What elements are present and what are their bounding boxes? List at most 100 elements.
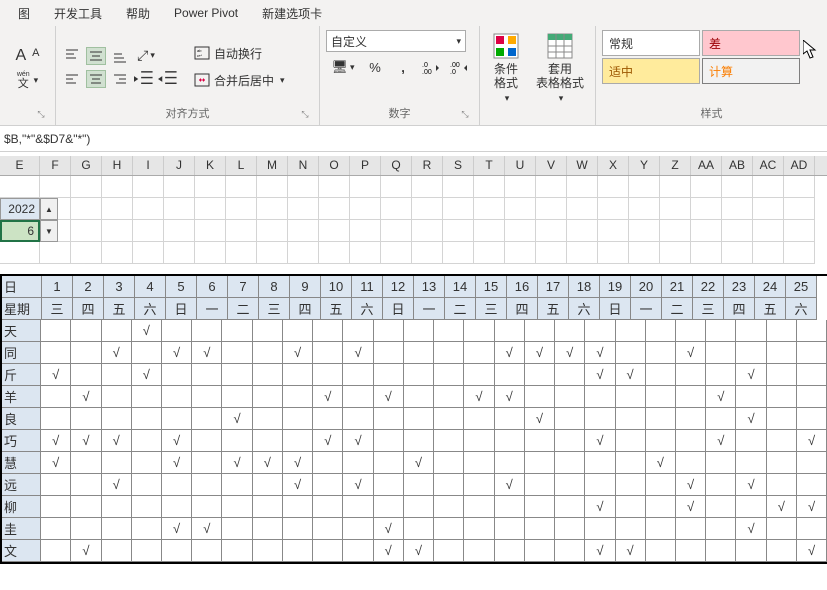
day-header[interactable]: 19 bbox=[600, 276, 631, 298]
attendance-cell[interactable] bbox=[736, 342, 766, 364]
row-label[interactable]: 巧 bbox=[2, 430, 41, 452]
cell[interactable] bbox=[102, 242, 133, 264]
cell[interactable] bbox=[567, 242, 598, 264]
cell[interactable] bbox=[195, 176, 226, 198]
attendance-cell[interactable]: √ bbox=[132, 320, 162, 342]
cell[interactable] bbox=[474, 242, 505, 264]
cell[interactable] bbox=[505, 176, 536, 198]
attendance-cell[interactable] bbox=[555, 452, 585, 474]
cell[interactable] bbox=[691, 220, 722, 242]
day-header[interactable]: 8 bbox=[259, 276, 290, 298]
attendance-cell[interactable] bbox=[313, 342, 343, 364]
cell-style-bad[interactable]: 差 bbox=[702, 30, 800, 56]
attendance-cell[interactable] bbox=[71, 408, 101, 430]
day-header[interactable]: 五 bbox=[755, 298, 786, 320]
attendance-cell[interactable] bbox=[767, 342, 797, 364]
day-header[interactable]: 11 bbox=[352, 276, 383, 298]
attendance-cell[interactable]: √ bbox=[283, 452, 313, 474]
comma-button[interactable]: , bbox=[390, 56, 416, 78]
column-header[interactable]: AA bbox=[691, 156, 722, 175]
attendance-cell[interactable] bbox=[646, 364, 676, 386]
attendance-cell[interactable] bbox=[374, 452, 404, 474]
cell[interactable] bbox=[381, 220, 412, 242]
day-header[interactable]: 15 bbox=[476, 276, 507, 298]
row-label[interactable]: 天 bbox=[2, 320, 41, 342]
day-header[interactable]: 2 bbox=[73, 276, 104, 298]
attendance-cell[interactable] bbox=[404, 518, 434, 540]
attendance-cell[interactable]: √ bbox=[585, 364, 615, 386]
attendance-cell[interactable] bbox=[313, 496, 343, 518]
attendance-cell[interactable] bbox=[706, 452, 736, 474]
attendance-cell[interactable] bbox=[313, 320, 343, 342]
day-header[interactable]: 25 bbox=[786, 276, 817, 298]
attendance-cell[interactable] bbox=[102, 364, 132, 386]
attendance-cell[interactable] bbox=[283, 496, 313, 518]
align-right-button[interactable] bbox=[110, 70, 130, 88]
attendance-cell[interactable] bbox=[464, 518, 494, 540]
day-header[interactable]: 三 bbox=[476, 298, 507, 320]
attendance-cell[interactable] bbox=[343, 540, 373, 562]
attendance-cell[interactable] bbox=[404, 496, 434, 518]
attendance-cell[interactable] bbox=[71, 474, 101, 496]
attendance-cell[interactable] bbox=[797, 342, 827, 364]
cell[interactable] bbox=[102, 198, 133, 220]
attendance-cell[interactable] bbox=[404, 430, 434, 452]
attendance-cell[interactable]: √ bbox=[555, 342, 585, 364]
day-header[interactable]: 二 bbox=[228, 298, 259, 320]
attendance-cell[interactable] bbox=[313, 364, 343, 386]
attendance-cell[interactable] bbox=[434, 540, 464, 562]
attendance-cell[interactable] bbox=[404, 386, 434, 408]
currency-button[interactable]: 🖥▾ bbox=[326, 56, 360, 78]
attendance-cell[interactable]: √ bbox=[192, 342, 222, 364]
attendance-cell[interactable] bbox=[41, 320, 71, 342]
cell[interactable] bbox=[691, 242, 722, 264]
attendance-cell[interactable] bbox=[555, 408, 585, 430]
attendance-cell[interactable] bbox=[676, 320, 706, 342]
day-header[interactable]: 4 bbox=[135, 276, 166, 298]
row-label[interactable]: 羊 bbox=[2, 386, 41, 408]
day-header[interactable]: 三 bbox=[259, 298, 290, 320]
cell[interactable] bbox=[505, 220, 536, 242]
attendance-cell[interactable] bbox=[222, 320, 252, 342]
attendance-cell[interactable] bbox=[736, 540, 766, 562]
cell[interactable] bbox=[505, 242, 536, 264]
number-format-select[interactable]: 自定义▾ bbox=[326, 30, 466, 52]
cell[interactable] bbox=[381, 176, 412, 198]
cell-style-calc[interactable]: 计算 bbox=[702, 58, 800, 84]
day-header[interactable]: 14 bbox=[445, 276, 476, 298]
cell[interactable] bbox=[350, 198, 381, 220]
attendance-cell[interactable] bbox=[404, 342, 434, 364]
cell[interactable] bbox=[319, 242, 350, 264]
attendance-cell[interactable]: √ bbox=[736, 364, 766, 386]
day-header[interactable]: 五 bbox=[321, 298, 352, 320]
attendance-cell[interactable]: √ bbox=[736, 408, 766, 430]
cell[interactable] bbox=[629, 242, 660, 264]
cell[interactable] bbox=[691, 176, 722, 198]
attendance-cell[interactable] bbox=[434, 364, 464, 386]
cell[interactable] bbox=[40, 176, 71, 198]
attendance-cell[interactable] bbox=[676, 364, 706, 386]
cell[interactable] bbox=[195, 242, 226, 264]
conditional-format-button[interactable]: 条件格式▾ bbox=[486, 30, 526, 107]
attendance-cell[interactable] bbox=[616, 518, 646, 540]
attendance-cell[interactable] bbox=[736, 452, 766, 474]
attendance-cell[interactable] bbox=[253, 386, 283, 408]
attendance-cell[interactable] bbox=[253, 342, 283, 364]
attendance-cell[interactable] bbox=[132, 342, 162, 364]
attendance-cell[interactable]: √ bbox=[616, 540, 646, 562]
cell[interactable] bbox=[133, 198, 164, 220]
format-as-table-button[interactable]: 套用 表格格式▾ bbox=[530, 30, 590, 107]
column-header[interactable]: K bbox=[195, 156, 226, 175]
day-header[interactable]: 21 bbox=[662, 276, 693, 298]
cell[interactable] bbox=[784, 176, 815, 198]
day-header[interactable]: 17 bbox=[538, 276, 569, 298]
worksheet-grid[interactable]: 20226▲▼日12345678910111213141516171819202… bbox=[0, 176, 827, 564]
cell[interactable] bbox=[288, 198, 319, 220]
attendance-cell[interactable]: √ bbox=[706, 386, 736, 408]
attendance-cell[interactable] bbox=[676, 452, 706, 474]
attendance-cell[interactable] bbox=[41, 342, 71, 364]
attendance-cell[interactable] bbox=[525, 474, 555, 496]
attendance-cell[interactable] bbox=[192, 430, 222, 452]
attendance-cell[interactable] bbox=[585, 408, 615, 430]
attendance-cell[interactable] bbox=[102, 320, 132, 342]
